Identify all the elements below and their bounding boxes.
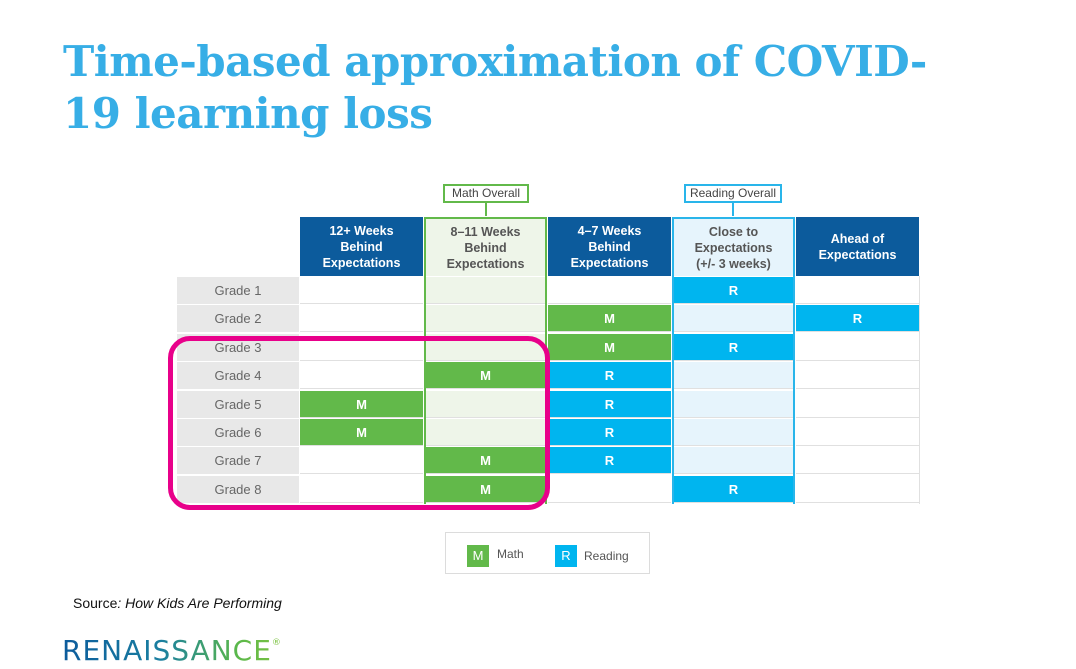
column-header-text: 8–11 Weeks Behind Expectations <box>447 224 525 272</box>
column-header-text: Close to Expectations (+/- 3 weeks) <box>695 224 773 272</box>
page-title: Time-based approximation of COVID-19 lea… <box>63 37 927 138</box>
legend-math-label: Math <box>497 547 524 561</box>
math-marker-cell: M <box>424 362 547 390</box>
math-marker-cell: M <box>300 419 423 446</box>
reading-overall-connector <box>732 203 734 216</box>
column-header-line: (+/- 3 weeks) <box>696 256 771 271</box>
empty-cell <box>424 419 547 446</box>
empty-cell <box>796 390 919 418</box>
empty-cell <box>300 447 423 475</box>
row-label: Grade 8 <box>177 475 299 503</box>
column-header-line: Expectations <box>322 255 401 270</box>
column-header-line: Expectations <box>570 255 649 270</box>
reading-marker-cell: R <box>796 305 919 333</box>
empty-cell <box>796 333 919 361</box>
row-label: Grade 2 <box>177 305 299 333</box>
reading-overall-label: Reading Overall <box>684 184 782 203</box>
row-label: Grade 4 <box>177 362 299 390</box>
empty-cell <box>672 447 795 475</box>
reading-marker-cell: R <box>548 362 671 390</box>
empty-cell <box>424 390 547 418</box>
column-header-line: Behind <box>588 239 631 254</box>
empty-cell <box>796 447 919 475</box>
column-header-line: Expectations <box>818 247 897 262</box>
column-header-text: 12+ Weeks Behind Expectations <box>323 223 401 271</box>
column-header-line: Expectations <box>446 256 525 271</box>
empty-cell <box>300 475 423 503</box>
empty-cell <box>672 419 795 446</box>
column-header-line: 8–11 Weeks <box>450 224 521 239</box>
column-header-text: 4–7 Weeks Behind Expectations <box>571 223 649 271</box>
column-header-line: Behind <box>464 240 507 255</box>
column-header: Ahead of Expectations <box>796 217 919 276</box>
column-header-text: Ahead of Expectations <box>819 231 897 263</box>
renaissance-logo: RENAISSANCE® <box>62 634 282 667</box>
reading-marker-cell: R <box>672 277 795 304</box>
math-marker-cell: M <box>300 390 423 418</box>
math-overall-label: Math Overall <box>443 184 529 203</box>
column-header-line: Close to <box>708 224 759 239</box>
math-overall-connector <box>485 203 487 216</box>
row-label: Grade 7 <box>177 447 299 475</box>
column-header: Close to Expectations (+/- 3 weeks) <box>672 217 795 276</box>
math-marker-cell: M <box>424 475 547 503</box>
legend-math-swatch: M <box>467 545 489 567</box>
reading-marker-cell: R <box>672 333 795 361</box>
column-header-line: Ahead of <box>830 231 885 246</box>
column-header-line: Expectations <box>694 240 773 255</box>
row-label: Grade 5 <box>177 390 299 418</box>
empty-cell <box>300 305 423 333</box>
column-header: 4–7 Weeks Behind Expectations <box>548 217 671 276</box>
column-header-line: Behind <box>340 239 383 254</box>
row-label: Grade 6 <box>177 419 299 446</box>
empty-cell <box>300 333 423 361</box>
empty-cell <box>424 277 547 304</box>
column-header: 8–11 Weeks Behind Expectations <box>424 217 547 276</box>
logo-text: RENAISSANCE <box>62 634 272 667</box>
registered-mark: ® <box>271 638 282 648</box>
empty-cell <box>796 362 919 390</box>
empty-cell <box>796 475 919 503</box>
empty-cell <box>672 362 795 390</box>
empty-cell <box>796 419 919 446</box>
source-title: How Kids Are Performing <box>121 595 282 611</box>
legend: M Math R Reading <box>445 532 650 574</box>
reading-marker-cell: R <box>672 475 795 503</box>
empty-cell <box>300 277 423 304</box>
source-prefix: Source <box>73 595 118 611</box>
empty-cell <box>548 475 671 503</box>
empty-cell <box>548 277 671 304</box>
math-marker-cell: M <box>548 333 671 361</box>
row-label: Grade 1 <box>177 277 299 304</box>
column-header-line: 4–7 Weeks <box>577 223 642 238</box>
empty-cell <box>672 305 795 333</box>
legend-reading-swatch: R <box>555 545 577 567</box>
empty-cell <box>796 277 919 304</box>
reading-marker-cell: R <box>548 419 671 446</box>
empty-cell <box>300 362 423 390</box>
empty-cell <box>424 305 547 333</box>
empty-cell <box>672 390 795 418</box>
math-marker-cell: M <box>424 447 547 475</box>
math-marker-cell: M <box>548 305 671 333</box>
column-header-line: 12+ Weeks <box>329 223 394 238</box>
source-note: Source: How Kids Are Performing <box>73 595 282 611</box>
column-header: 12+ Weeks Behind Expectations <box>300 217 423 276</box>
reading-marker-cell: R <box>548 447 671 475</box>
row-label: Grade 3 <box>177 333 299 361</box>
empty-cell <box>424 333 547 361</box>
reading-marker-cell: R <box>548 390 671 418</box>
legend-reading-label: Reading <box>584 549 629 563</box>
